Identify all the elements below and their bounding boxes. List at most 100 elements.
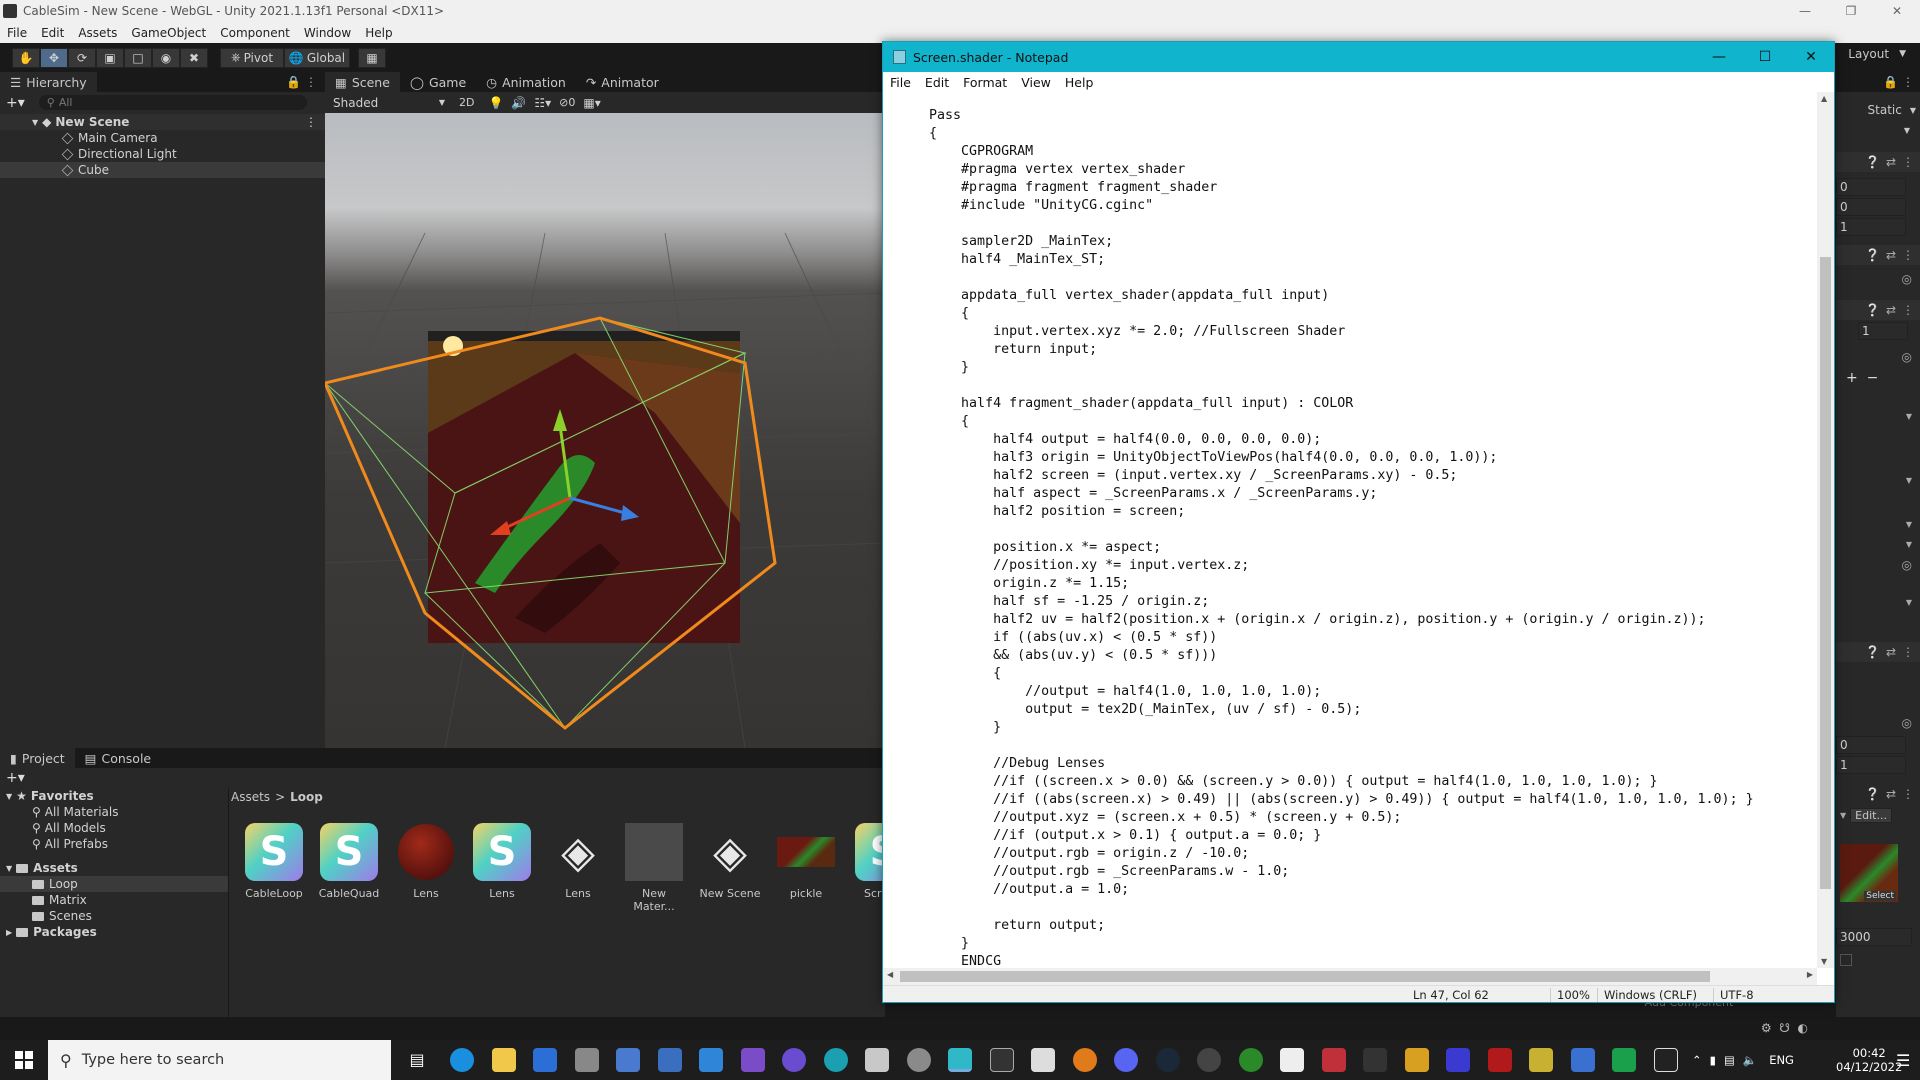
add-item-button[interactable]: + −: [1846, 370, 1878, 386]
tab-animation[interactable]: ◷ Animation: [476, 72, 576, 92]
component-menu-icon[interactable]: ⋮: [1902, 303, 1914, 317]
tab-hierarchy[interactable]: ☰ Hierarchy: [0, 72, 97, 92]
2d-mode-toggle[interactable]: 2D: [459, 96, 474, 109]
chevron-up-icon[interactable]: ⌃: [1692, 1053, 1702, 1067]
visual-studio-icon[interactable]: [741, 1048, 765, 1072]
panel-menu-icon[interactable]: ⋮: [1902, 75, 1914, 89]
transform-field[interactable]: 0: [1836, 198, 1906, 216]
custom-tool-icon[interactable]: ✖: [180, 47, 208, 68]
scale-tool-icon[interactable]: ▣: [96, 47, 124, 68]
select-button[interactable]: Select: [1864, 891, 1896, 901]
terminal-icon[interactable]: [990, 1048, 1014, 1072]
tab-project[interactable]: ▮ Project: [0, 748, 75, 768]
scroll-right-icon[interactable]: ▶: [1807, 970, 1813, 979]
menu-gameobject[interactable]: GameObject: [124, 26, 213, 40]
notepad-taskbar-icon[interactable]: [948, 1048, 972, 1072]
favorites-header[interactable]: ▼ ★ Favorites: [0, 788, 228, 804]
asset-item[interactable]: ◈ Lens: [546, 823, 610, 901]
menu-edit[interactable]: Edit: [34, 26, 71, 40]
favorite-all-prefabs[interactable]: ⚲ All Prefabs: [0, 836, 228, 852]
hierarchy-item-cube[interactable]: Cube: [0, 162, 325, 178]
app-icon[interactable]: [616, 1048, 640, 1072]
help-icon[interactable]: ❔: [1865, 248, 1880, 262]
preset-icon[interactable]: ⇄: [1886, 248, 1896, 262]
close-icon[interactable]: ✕: [1788, 42, 1834, 72]
app-icon[interactable]: [1405, 1048, 1429, 1072]
np-menu-help[interactable]: Help: [1058, 75, 1101, 90]
assets-root-folder[interactable]: ▼ Assets: [0, 860, 228, 876]
menu-assets[interactable]: Assets: [71, 26, 124, 40]
preset-icon[interactable]: ⇄: [1886, 787, 1896, 801]
horizontal-scrollbar[interactable]: ◀ ▶: [883, 968, 1817, 985]
hierarchy-item-main-camera[interactable]: Main Camera: [0, 130, 325, 146]
clock[interactable]: 00:42 04/12/2022: [1836, 1040, 1902, 1080]
scene-menu-icon[interactable]: ⋮: [305, 115, 317, 129]
asset-item[interactable]: S CableQuad: [317, 823, 381, 900]
preset-icon[interactable]: ⇄: [1886, 155, 1896, 169]
create-asset-button[interactable]: +▾: [6, 770, 25, 786]
number-field[interactable]: 0: [1836, 736, 1906, 754]
transform-tool-icon[interactable]: ◉: [152, 47, 180, 68]
panel-menu-icon[interactable]: ⋮: [305, 75, 317, 89]
np-menu-view[interactable]: View: [1014, 75, 1058, 90]
volume-icon[interactable]: 🔈: [1743, 1053, 1757, 1067]
folder-loop[interactable]: Loop: [0, 876, 228, 892]
grid-toggle-icon[interactable]: ▦▾: [583, 96, 600, 110]
blender-icon[interactable]: [1073, 1048, 1097, 1072]
unity-hub-icon[interactable]: [1280, 1048, 1304, 1072]
number-field[interactable]: 1: [1836, 756, 1906, 774]
asset-item[interactable]: ◈ New Scene: [698, 823, 762, 901]
add-object-button[interactable]: +▾: [6, 95, 25, 111]
taskbar-search-input[interactable]: ⚲ Type here to search: [48, 1040, 391, 1080]
np-menu-format[interactable]: Format: [956, 75, 1014, 90]
component-menu-icon[interactable]: ⋮: [1902, 787, 1914, 801]
maximize-icon[interactable]: ❐: [1828, 0, 1874, 22]
start-button[interactable]: [0, 1040, 48, 1080]
move-tool-icon[interactable]: ✥: [40, 47, 68, 68]
close-icon[interactable]: ✕: [1874, 0, 1920, 22]
app-icon[interactable]: [1571, 1048, 1595, 1072]
lighting-icon[interactable]: 💡: [488, 96, 503, 110]
np-menu-edit[interactable]: Edit: [918, 75, 956, 90]
preset-icon[interactable]: ⇄: [1886, 303, 1896, 317]
object-picker-icon[interactable]: ◎: [1902, 716, 1912, 730]
transform-field[interactable]: 0: [1836, 178, 1906, 196]
np-menu-file[interactable]: File: [883, 75, 918, 90]
packages-folder[interactable]: ▶ Packages: [0, 924, 228, 940]
obs-icon[interactable]: [1197, 1048, 1221, 1072]
static-dropdown[interactable]: Static ▼: [1836, 100, 1920, 120]
menu-help[interactable]: Help: [358, 26, 399, 40]
menu-window[interactable]: Window: [297, 26, 358, 40]
component-menu-icon[interactable]: ⋮: [1902, 248, 1914, 262]
audio-icon[interactable]: 🔊: [511, 96, 526, 110]
asset-item[interactable]: S Lens: [470, 823, 534, 900]
unity-taskbar-icon[interactable]: [1654, 1048, 1678, 1072]
scroll-down-icon[interactable]: ▼: [1821, 957, 1827, 966]
app-icon[interactable]: [1322, 1048, 1346, 1072]
language-indicator[interactable]: ENG: [1769, 1053, 1794, 1067]
lock-icon[interactable]: 🔒: [286, 75, 301, 89]
scrollbar-thumb[interactable]: [1820, 257, 1831, 889]
help-icon[interactable]: ❔: [1865, 645, 1880, 659]
app-icon[interactable]: [575, 1048, 599, 1072]
menu-file[interactable]: File: [0, 26, 34, 40]
app-icon[interactable]: [1031, 1048, 1055, 1072]
rotate-tool-icon[interactable]: ⟳: [68, 47, 96, 68]
object-picker-icon[interactable]: ◎: [1902, 558, 1912, 572]
scroll-up-icon[interactable]: ▲: [1821, 94, 1827, 103]
notepad-text-area[interactable]: Pass { CGPROGRAM #pragma vertex vertex_s…: [883, 92, 1817, 968]
scroll-left-icon[interactable]: ◀: [887, 970, 893, 979]
component-menu-icon[interactable]: ⋮: [1902, 155, 1914, 169]
help-icon[interactable]: ❔: [1865, 303, 1880, 317]
object-picker-icon[interactable]: ◎: [1902, 272, 1912, 286]
rect-tool-icon[interactable]: □: [124, 47, 152, 68]
lock-icon[interactable]: 🔒: [1883, 75, 1898, 89]
battery-icon[interactable]: ▮: [1710, 1053, 1716, 1067]
tab-animator[interactable]: ↷ Animator: [576, 72, 669, 92]
vscode-icon[interactable]: [699, 1048, 723, 1072]
arduino-icon[interactable]: [824, 1048, 848, 1072]
asset-item[interactable]: S CableLoop: [242, 823, 306, 900]
hand-tool-icon[interactable]: ✋: [12, 47, 40, 68]
hierarchy-item-directional-light[interactable]: Directional Light: [0, 146, 325, 162]
object-picker-icon[interactable]: ◎: [1902, 350, 1912, 364]
